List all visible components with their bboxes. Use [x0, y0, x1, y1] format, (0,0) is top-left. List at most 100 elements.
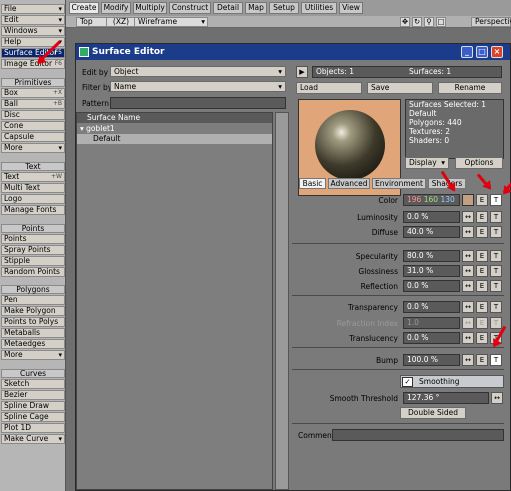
collapse-arrow-icon[interactable]: ▶ — [296, 66, 308, 78]
luminosity-texture-button[interactable]: T — [490, 211, 502, 223]
bump-envelope-button[interactable]: E — [476, 354, 488, 366]
points-to-polys-button[interactable]: Points to Polys — [1, 317, 65, 327]
plot-1d-button[interactable]: Plot 1D — [1, 423, 65, 433]
translucency-field[interactable]: 0.0 % — [403, 332, 460, 344]
display-select[interactable]: Display ▾ — [405, 157, 449, 169]
smoothing-checkbox-icon[interactable]: ✓ — [402, 377, 413, 387]
more-primitives-menu[interactable]: More — [1, 143, 65, 153]
transparency-envelope-button[interactable]: E — [476, 301, 488, 313]
color-texture-button[interactable]: T — [490, 194, 502, 206]
tab-view[interactable]: View — [339, 2, 363, 14]
translucency-envelope-button[interactable]: E — [476, 332, 488, 344]
tree-object-row[interactable]: ▾ goblet1 — [77, 124, 272, 134]
bump-field[interactable]: 100.0 % — [403, 354, 460, 366]
render-mode-select[interactable]: Wireframe ▾ — [134, 17, 208, 27]
tab-setup[interactable]: Setup — [269, 2, 299, 14]
manage-fonts-button[interactable]: Manage Fonts — [1, 205, 65, 215]
capsule-button[interactable]: Capsule — [1, 132, 65, 142]
sketch-button[interactable]: Sketch — [1, 379, 65, 389]
points-button[interactable]: Points — [1, 234, 65, 244]
smooth-threshold-slider-icon[interactable]: ↔ — [491, 392, 503, 404]
double-sided-toggle[interactable]: Double Sided — [400, 407, 466, 419]
filter-by-select[interactable]: Name ▾ — [110, 81, 286, 92]
reflection-slider-icon[interactable]: ↔ — [462, 280, 474, 292]
color-envelope-button[interactable]: E — [476, 194, 488, 206]
minimize-icon[interactable]: _ — [461, 46, 473, 58]
bump-texture-button[interactable]: T — [490, 354, 502, 366]
luminosity-field[interactable]: 0.0 % — [403, 211, 460, 223]
transparency-slider-icon[interactable]: ↔ — [462, 301, 474, 313]
bezier-button[interactable]: Bezier — [1, 390, 65, 400]
logo-button[interactable]: Logo — [1, 194, 65, 204]
spline-cage-button[interactable]: Spline Cage — [1, 412, 65, 422]
load-button[interactable]: Load — [296, 82, 362, 94]
color-rgb-field[interactable]: 196 160 130 — [403, 194, 460, 206]
file-menu[interactable]: File — [1, 4, 65, 14]
tab-modify[interactable]: Modify — [101, 2, 131, 14]
specularity-texture-button[interactable]: T — [490, 250, 502, 262]
reflection-envelope-button[interactable]: E — [476, 280, 488, 292]
axes-select[interactable]: (XZ) — [106, 17, 136, 27]
save-button[interactable]: Save — [367, 82, 433, 94]
make-polygon-button[interactable]: Make Polygon — [1, 306, 65, 316]
rotate-icon[interactable]: ↻ — [412, 17, 422, 27]
surface-editor-button[interactable]: Surface Editor F5 — [1, 48, 65, 58]
tree-surface-row[interactable]: Default — [77, 134, 272, 144]
refraction-slider-icon[interactable]: ↔ — [462, 317, 474, 329]
make-curve-menu[interactable]: Make Curve — [1, 434, 65, 444]
smooth-threshold-field[interactable]: 127.36 ° — [403, 392, 489, 404]
list-scrollbar[interactable] — [275, 112, 289, 490]
tab-utilities[interactable]: Utilities — [301, 2, 337, 14]
zoom-icon[interactable]: ⚲ — [424, 17, 434, 27]
tab-multiply[interactable]: Multiply — [133, 2, 167, 14]
tab-basic[interactable]: Basic — [299, 178, 326, 189]
bump-slider-icon[interactable]: ↔ — [462, 354, 474, 366]
tab-map[interactable]: Map — [245, 2, 267, 14]
reflection-texture-button[interactable]: T — [490, 280, 502, 292]
transparency-texture-button[interactable]: T — [490, 301, 502, 313]
specularity-envelope-button[interactable]: E — [476, 250, 488, 262]
diffuse-texture-button[interactable]: T — [490, 226, 502, 238]
diffuse-envelope-button[interactable]: E — [476, 226, 488, 238]
glossiness-envelope-button[interactable]: E — [476, 265, 488, 277]
metaedges-button[interactable]: Metaedges — [1, 339, 65, 349]
box-button[interactable]: Box +X — [1, 88, 65, 98]
options-button[interactable]: Options — [455, 157, 503, 169]
reflection-field[interactable]: 0.0 % — [403, 280, 460, 292]
windows-menu[interactable]: Windows — [1, 26, 65, 36]
diffuse-field[interactable]: 40.0 % — [403, 226, 460, 238]
refraction-texture-button[interactable]: T — [490, 317, 502, 329]
rename-button[interactable]: Rename — [438, 82, 502, 94]
specularity-field[interactable]: 80.0 % — [403, 250, 460, 262]
color-swatch[interactable] — [462, 194, 474, 206]
refraction-index-field[interactable]: 1.0 — [403, 317, 460, 329]
translucency-slider-icon[interactable]: ↔ — [462, 332, 474, 344]
stipple-button[interactable]: Stipple — [1, 256, 65, 266]
pen-button[interactable]: Pen — [1, 295, 65, 305]
spray-points-button[interactable]: Spray Points — [1, 245, 65, 255]
tab-create[interactable]: Create — [69, 2, 99, 14]
comment-input[interactable] — [332, 429, 504, 441]
maximize-icon[interactable]: □ — [476, 46, 488, 58]
text-button[interactable]: Text +W — [1, 172, 65, 182]
perspective-view-label[interactable]: Perspective — [471, 17, 511, 27]
ball-button[interactable]: Ball +B — [1, 99, 65, 109]
diffuse-slider-icon[interactable]: ↔ — [462, 226, 474, 238]
transparency-field[interactable]: 0.0 % — [403, 301, 460, 313]
luminosity-slider-icon[interactable]: ↔ — [462, 211, 474, 223]
maximize-view-icon[interactable]: □ — [436, 17, 446, 27]
multi-text-button[interactable]: Multi Text — [1, 183, 65, 193]
smoothing-toggle[interactable]: ✓ Smoothing — [400, 375, 504, 388]
tab-advanced[interactable]: Advanced — [328, 178, 370, 189]
specularity-slider-icon[interactable]: ↔ — [462, 250, 474, 262]
spline-draw-button[interactable]: Spline Draw — [1, 401, 65, 411]
random-points-button[interactable]: Random Points — [1, 267, 65, 277]
luminosity-envelope-button[interactable]: E — [476, 211, 488, 223]
glossiness-field[interactable]: 31.0 % — [403, 265, 460, 277]
pattern-input[interactable] — [110, 97, 286, 109]
move-icon[interactable]: ✥ — [400, 17, 410, 27]
close-icon[interactable]: × — [491, 46, 503, 58]
refraction-envelope-button[interactable]: E — [476, 317, 488, 329]
tab-detail[interactable]: Detail — [213, 2, 243, 14]
glossiness-slider-icon[interactable]: ↔ — [462, 265, 474, 277]
